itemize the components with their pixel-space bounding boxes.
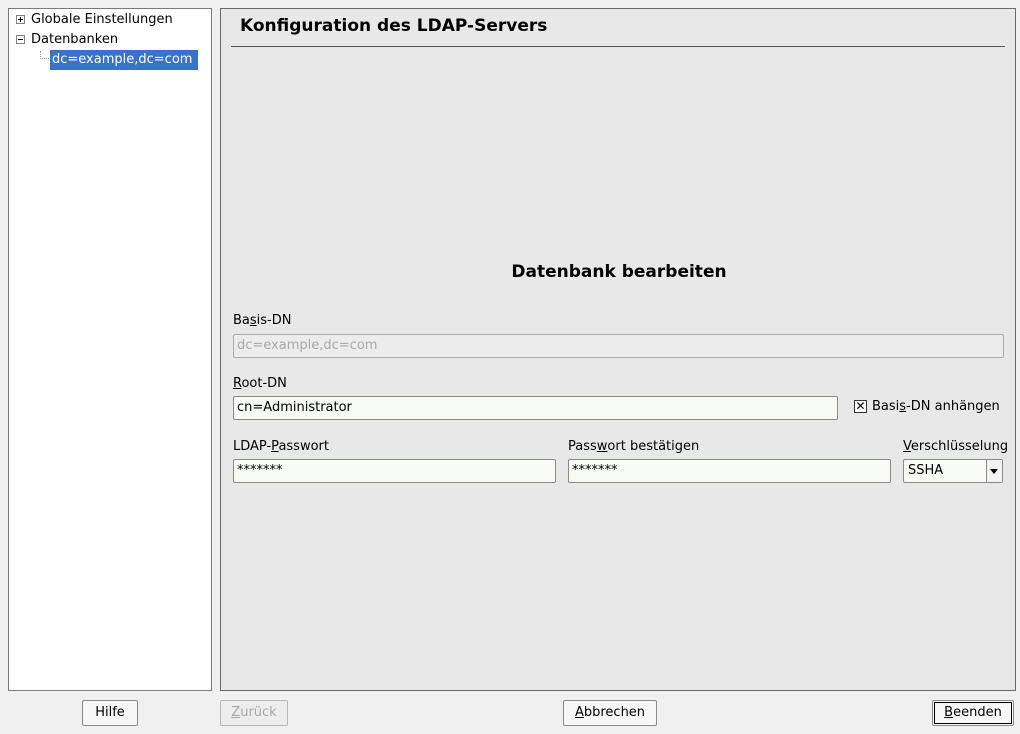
label-text: Basi <box>872 399 900 414</box>
tree-item-label: dc=example,dc=com <box>52 52 193 67</box>
collapse-icon[interactable] <box>16 35 25 44</box>
confirm-password-field[interactable]: ******* <box>568 459 891 483</box>
encryption-select-value: SSHA <box>908 463 944 478</box>
encryption-label: Verschlüsselung <box>903 439 1008 454</box>
ldap-password-field[interactable]: ******* <box>233 459 556 483</box>
help-button[interactable]: Hilfe <box>82 700 138 726</box>
button-mnemonic: B <box>944 705 954 720</box>
append-basis-dn-checkbox[interactable]: ✕ Basis-DN anhängen <box>854 398 1004 416</box>
label-text: asswort <box>278 439 329 454</box>
label-text: erschlüsselung <box>910 439 1009 454</box>
back-button[interactable]: Zurück <box>220 700 288 726</box>
tree-item-globale-einstellungen[interactable]: Globale Einstellungen <box>31 11 173 29</box>
expand-icon[interactable] <box>16 15 25 24</box>
label-mnemonic: s <box>249 313 257 328</box>
label-mnemonic: V <box>903 439 911 454</box>
button-label: eenden <box>953 705 1002 720</box>
button-label: bbrechen <box>583 705 646 720</box>
root-dn-label: Root-DN <box>233 376 287 391</box>
chevron-down-icon <box>990 469 998 474</box>
label-text: is-DN <box>256 313 292 328</box>
section-heading: Datenbank bearbeiten <box>511 262 727 282</box>
finish-button[interactable]: Beenden <box>932 700 1014 726</box>
label-text: oot-DN <box>241 376 287 391</box>
confirm-password-label: Passwort bestätigen <box>568 439 699 454</box>
cancel-button[interactable]: Abbrechen <box>563 700 657 726</box>
button-mnemonic: Z <box>231 705 241 720</box>
label-text: ort bestätigen <box>607 439 700 454</box>
checkbox-label: Basis-DN anhängen <box>872 398 1000 416</box>
label-text: LDAP- <box>233 439 272 454</box>
navigation-tree: Globale Einstellungen Datenbanken dc=exa… <box>8 8 212 691</box>
label-mnemonic: w <box>596 439 608 454</box>
checkbox-checked-icon[interactable]: ✕ <box>854 400 867 413</box>
encryption-select[interactable]: SSHA <box>903 459 1003 483</box>
button-mnemonic: A <box>574 705 584 720</box>
basis-dn-label: Basis-DN <box>233 313 291 328</box>
label-text: -DN anhängen <box>906 399 1000 414</box>
tree-item-datenbanken[interactable]: Datenbanken <box>31 31 118 49</box>
button-label: urück <box>240 705 277 720</box>
label-text: Ba <box>233 313 250 328</box>
dropdown-button[interactable] <box>986 460 1002 482</box>
title-divider <box>231 46 1005 47</box>
label-text: Pass <box>568 439 597 454</box>
page-title: Konfiguration des LDAP-Servers <box>240 16 548 36</box>
content-panel: Konfiguration des LDAP-Servers Datenbank… <box>220 8 1016 691</box>
basis-dn-field: dc=example,dc=com <box>233 334 1004 358</box>
tree-item-database-selected[interactable]: dc=example,dc=com <box>50 50 198 70</box>
ldap-password-label: LDAP-Passwort <box>233 439 329 454</box>
tree-item-label: Globale Einstellungen <box>31 12 173 27</box>
root-dn-field[interactable]: cn=Administrator <box>233 396 838 420</box>
tree-item-label: Datenbanken <box>31 32 119 47</box>
tree-connector-line <box>40 51 49 59</box>
